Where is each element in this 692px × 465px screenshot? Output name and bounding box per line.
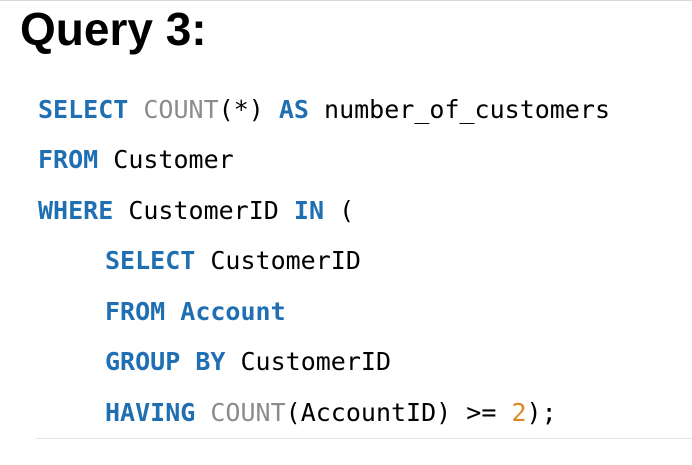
keyword-from: FROM	[38, 145, 99, 174]
top-divider	[0, 0, 692, 1]
code-line-1: SELECT COUNT(*) AS number_of_customers	[38, 93, 610, 127]
column-name: CustomerID	[240, 347, 392, 376]
close-paren-semicolon: );	[526, 398, 557, 427]
column-alias: number_of_customers	[324, 95, 611, 124]
keyword-having: HAVING	[105, 398, 196, 427]
keyword-select: SELECT	[38, 95, 129, 124]
bottom-divider	[36, 438, 692, 439]
keyword-group: GROUP	[105, 347, 181, 376]
keyword-as: AS	[278, 95, 309, 124]
code-line-6: GROUP BY CustomerID	[105, 345, 391, 379]
code-line-5: FROM Account	[105, 295, 286, 329]
table-name: Account	[180, 297, 286, 326]
code-line-7: HAVING COUNT(AccountID) >= 2);	[105, 396, 557, 430]
table-name: Customer	[113, 145, 234, 174]
code-line-4: SELECT CustomerID	[105, 244, 361, 278]
keyword-from: FROM	[105, 297, 166, 326]
page-title: Query 3:	[20, 3, 207, 55]
number-literal: 2	[511, 398, 527, 427]
sql-code-block: SELECT COUNT(*) AS number_of_customers F…	[8, 80, 692, 442]
keyword-select: SELECT	[105, 246, 196, 275]
keyword-where: WHERE	[38, 196, 114, 225]
code-line-3: WHERE CustomerID IN (	[38, 194, 354, 228]
count-args: (AccountID)	[285, 398, 452, 427]
open-paren: (	[339, 196, 355, 225]
keyword-by: BY	[195, 347, 226, 376]
comparison-operator: >=	[466, 398, 497, 427]
count-args: (*)	[218, 95, 264, 124]
column-name: CustomerID	[210, 246, 361, 275]
function-count: COUNT	[210, 398, 286, 427]
function-count: COUNT	[143, 95, 219, 124]
keyword-in: IN	[293, 196, 325, 225]
column-name: CustomerID	[128, 196, 279, 225]
code-line-2: FROM Customer	[38, 143, 234, 177]
